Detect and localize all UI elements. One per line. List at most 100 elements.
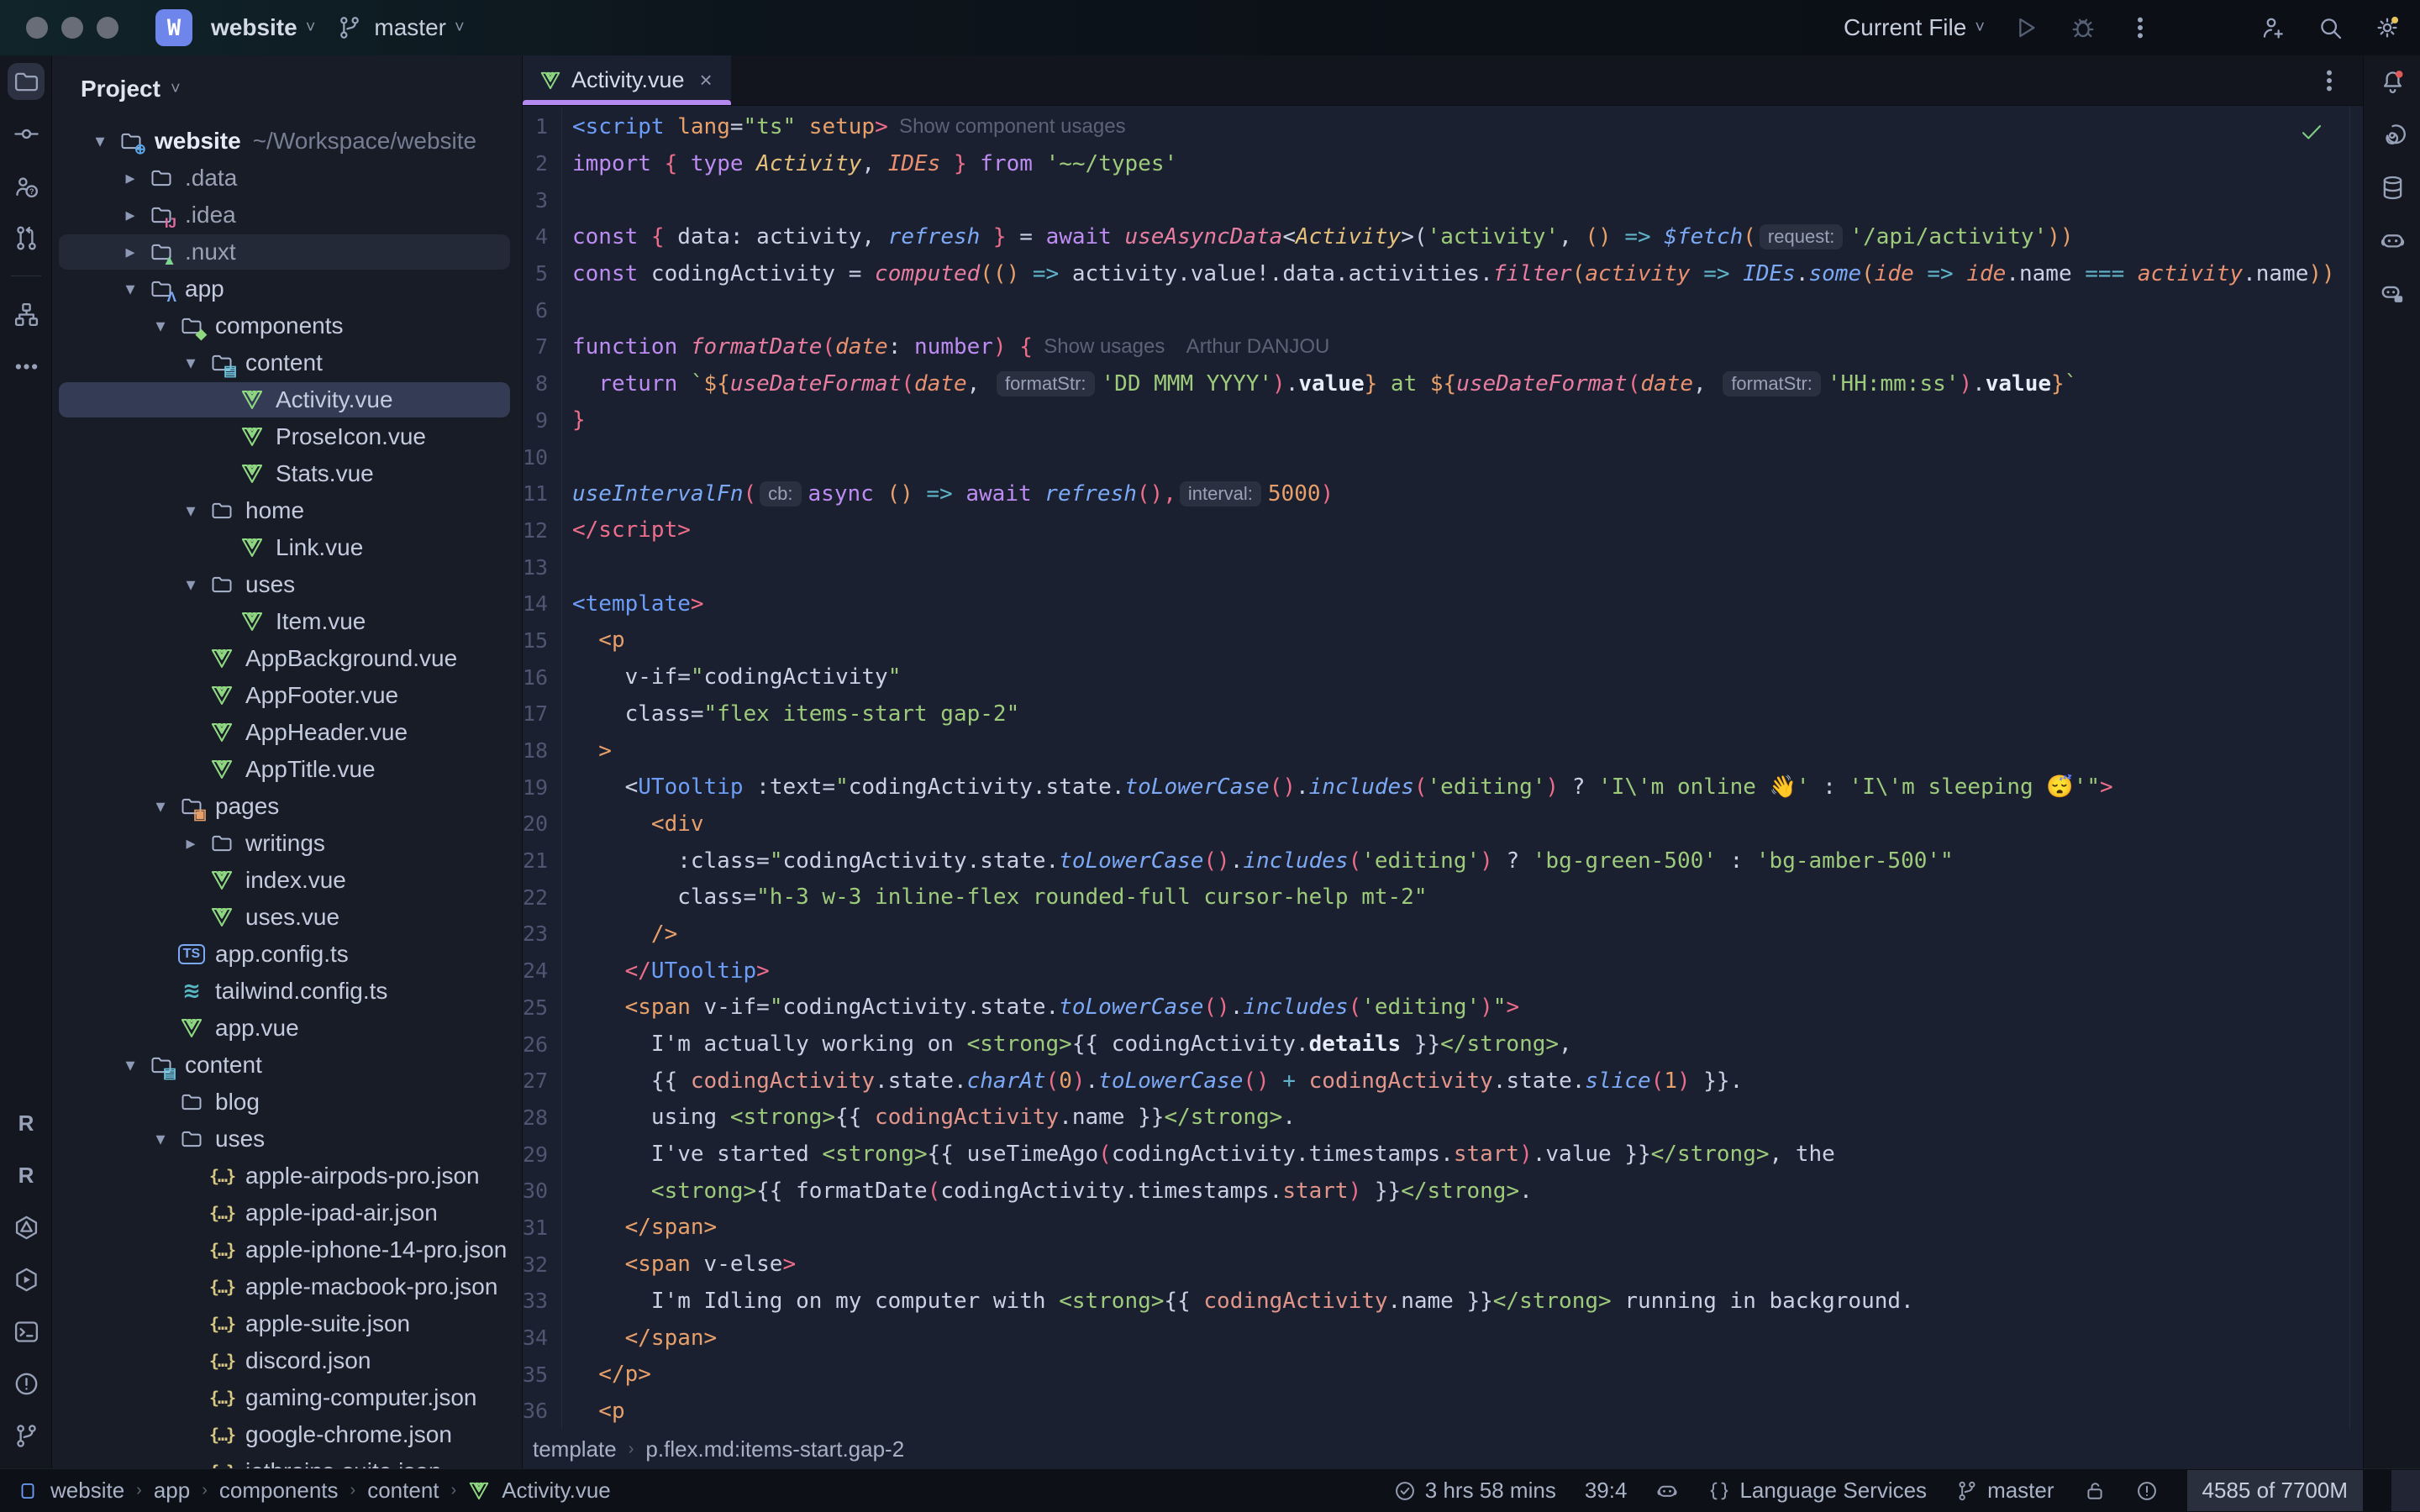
commit-icon[interactable] bbox=[0, 108, 52, 160]
graphql-icon[interactable] bbox=[0, 1201, 52, 1253]
editor-options-icon[interactable] bbox=[2316, 67, 2343, 94]
tree-row-google-chrome-json[interactable]: {…}google-chrome.json bbox=[52, 1416, 522, 1453]
tree-row-item-vue[interactable]: Item.vue bbox=[52, 603, 522, 640]
chevron-down-icon[interactable]: ▾ bbox=[176, 500, 205, 522]
notifications-icon[interactable] bbox=[2364, 55, 2420, 108]
code-line-27[interactable]: 27 {{ codingActivity.state.charAt(0).toL… bbox=[523, 1063, 2363, 1100]
line-number[interactable]: 16 bbox=[523, 665, 561, 690]
line-number[interactable]: 15 bbox=[523, 628, 561, 653]
session-time[interactable]: 3 hrs 58 mins bbox=[1393, 1478, 1556, 1504]
file-writable[interactable] bbox=[2083, 1479, 2107, 1503]
tree-row-uses[interactable]: ▾uses bbox=[52, 1121, 522, 1158]
code-line-36[interactable]: 36 <p bbox=[523, 1393, 2363, 1430]
line-number[interactable]: 20 bbox=[523, 811, 561, 836]
tree-row-activity-vue[interactable]: Activity.vue bbox=[52, 381, 522, 418]
code-line-29[interactable]: 29 I've started <strong>{{ useTimeAgo(co… bbox=[523, 1136, 2363, 1173]
line-number[interactable]: 8 bbox=[523, 371, 561, 396]
status-crumb[interactable]: components bbox=[219, 1478, 339, 1504]
git-branch[interactable]: master bbox=[1955, 1478, 2054, 1504]
line-number[interactable]: 33 bbox=[523, 1289, 561, 1313]
tree-row-home[interactable]: ▾home bbox=[52, 492, 522, 529]
tree-row-blog[interactable]: blog bbox=[52, 1084, 522, 1121]
language-services[interactable]: Language Services bbox=[1707, 1478, 1927, 1504]
code-line-22[interactable]: 22 class="h-3 w-3 inline-flex rounded-fu… bbox=[523, 879, 2363, 916]
chevron-right-icon[interactable]: ▸ bbox=[116, 167, 145, 189]
chevron-down-icon[interactable]: ▾ bbox=[146, 1128, 175, 1150]
structure-icon[interactable] bbox=[0, 288, 52, 340]
terminal-icon[interactable] bbox=[0, 1305, 52, 1357]
tree-row-index-vue[interactable]: index.vue bbox=[52, 862, 522, 899]
more-icon[interactable] bbox=[0, 340, 52, 392]
code-line-24[interactable]: 24 </UTooltip> bbox=[523, 953, 2363, 990]
tree-row-apple-iphone-14-pro-json[interactable]: {…}apple-iphone-14-pro.json bbox=[52, 1231, 522, 1268]
line-number[interactable]: 23 bbox=[523, 921, 561, 946]
status-crumb[interactable]: content bbox=[367, 1478, 439, 1504]
status-crumb[interactable]: app bbox=[154, 1478, 190, 1504]
tree-row-appbackground-vue[interactable]: AppBackground.vue bbox=[52, 640, 522, 677]
git-branch-icon[interactable] bbox=[0, 1410, 52, 1462]
line-number[interactable]: 22 bbox=[523, 885, 561, 910]
tree-row-apple-airpods-pro-json[interactable]: {…}apple-airpods-pro.json bbox=[52, 1158, 522, 1194]
code-line-20[interactable]: 20 <div bbox=[523, 806, 2363, 843]
line-number[interactable]: 9 bbox=[523, 408, 561, 433]
code-line-16[interactable]: 16 v-if="codingActivity" bbox=[523, 659, 2363, 696]
chevron-down-icon[interactable]: ▾ bbox=[146, 315, 175, 337]
tree-row-website[interactable]: ▾⊕website~/Workspace/website bbox=[52, 123, 522, 160]
line-number[interactable]: 7 bbox=[523, 334, 561, 359]
search-everywhere-icon[interactable] bbox=[2314, 12, 2346, 44]
copilot-status[interactable] bbox=[1655, 1479, 1679, 1503]
breadcrumb-item[interactable]: p.flex.md:items-start.gap-2 bbox=[645, 1436, 904, 1462]
code-line-12[interactable]: 12</script> bbox=[523, 512, 2363, 549]
code-line-13[interactable]: 13 bbox=[523, 549, 2363, 585]
window-zoom-button[interactable] bbox=[97, 17, 118, 39]
status-crumb-file[interactable]: Activity.vue bbox=[502, 1478, 611, 1504]
chevron-down-icon[interactable]: ▾ bbox=[176, 574, 205, 596]
tree-row--nuxt[interactable]: ▸▲.nuxt bbox=[52, 234, 522, 270]
tree-row-appfooter-vue[interactable]: AppFooter.vue bbox=[52, 677, 522, 714]
breadcrumb-item[interactable]: template bbox=[533, 1436, 617, 1462]
ai-assistant-icon[interactable] bbox=[2364, 108, 2420, 161]
tree-row-appheader-vue[interactable]: AppHeader.vue bbox=[52, 714, 522, 751]
tree-row-gaming-computer-json[interactable]: {…}gaming-computer.json bbox=[52, 1379, 522, 1416]
caret-position[interactable]: 39:4 bbox=[1585, 1478, 1628, 1504]
tree-row-stats-vue[interactable]: Stats.vue bbox=[52, 455, 522, 492]
line-number[interactable]: 36 bbox=[523, 1399, 561, 1423]
tree-row-link-vue[interactable]: Link.vue bbox=[52, 529, 522, 566]
window-minimize-button[interactable] bbox=[61, 17, 83, 39]
window-close-button[interactable] bbox=[26, 17, 48, 39]
more-actions-icon[interactable] bbox=[2124, 12, 2156, 44]
contributors-icon[interactable]: ? bbox=[0, 160, 52, 212]
code-line-10[interactable]: 10 bbox=[523, 438, 2363, 475]
code-line-26[interactable]: 26 I'm actually working on <strong>{{ co… bbox=[523, 1026, 2363, 1063]
problems-icon[interactable] bbox=[0, 1357, 52, 1410]
line-number[interactable]: 5 bbox=[523, 261, 561, 286]
code-line-2[interactable]: 2import { type Activity, IDEs } from '~~… bbox=[523, 145, 2363, 182]
code-with-me-icon[interactable] bbox=[2257, 12, 2289, 44]
tree-row-apple-ipad-air-json[interactable]: {…}apple-ipad-air.json bbox=[52, 1194, 522, 1231]
line-number[interactable]: 2 bbox=[523, 151, 561, 176]
project-panel-header[interactable]: Project ˅ bbox=[52, 55, 522, 123]
line-number[interactable]: 27 bbox=[523, 1068, 561, 1093]
close-icon[interactable]: × bbox=[700, 67, 713, 93]
line-number[interactable]: 14 bbox=[523, 591, 561, 616]
tree-row-discord-json[interactable]: {…}discord.json bbox=[52, 1342, 522, 1379]
line-number[interactable]: 29 bbox=[523, 1142, 561, 1167]
tree-row-tailwind-config-ts[interactable]: ≋tailwind.config.ts bbox=[52, 973, 522, 1010]
line-number[interactable]: 11 bbox=[523, 481, 561, 506]
code-line-19[interactable]: 19 <UTooltip :text="codingActivity.state… bbox=[523, 769, 2363, 806]
line-number[interactable]: 32 bbox=[523, 1252, 561, 1277]
line-number[interactable]: 4 bbox=[523, 224, 561, 249]
code-line-32[interactable]: 32 <span v-else> bbox=[523, 1246, 2363, 1283]
code-line-21[interactable]: 21 :class="codingActivity.state.toLowerC… bbox=[523, 843, 2363, 879]
line-number[interactable]: 24 bbox=[523, 958, 561, 983]
tree-row-content[interactable]: ▾▤content bbox=[52, 344, 522, 381]
branch-switcher[interactable]: master ˅ bbox=[334, 12, 464, 44]
tree-row-uses[interactable]: ▾uses bbox=[52, 566, 522, 603]
code-line-3[interactable]: 3 bbox=[523, 181, 2363, 218]
line-number[interactable]: 34 bbox=[523, 1326, 561, 1350]
line-number[interactable]: 35 bbox=[523, 1362, 561, 1387]
chevron-right-icon[interactable]: ▸ bbox=[116, 204, 145, 226]
code-line-18[interactable]: 18 > bbox=[523, 732, 2363, 769]
memory-indicator[interactable]: 4585 of 7700M bbox=[2187, 1470, 2363, 1511]
code-line-34[interactable]: 34 </span> bbox=[523, 1320, 2363, 1357]
